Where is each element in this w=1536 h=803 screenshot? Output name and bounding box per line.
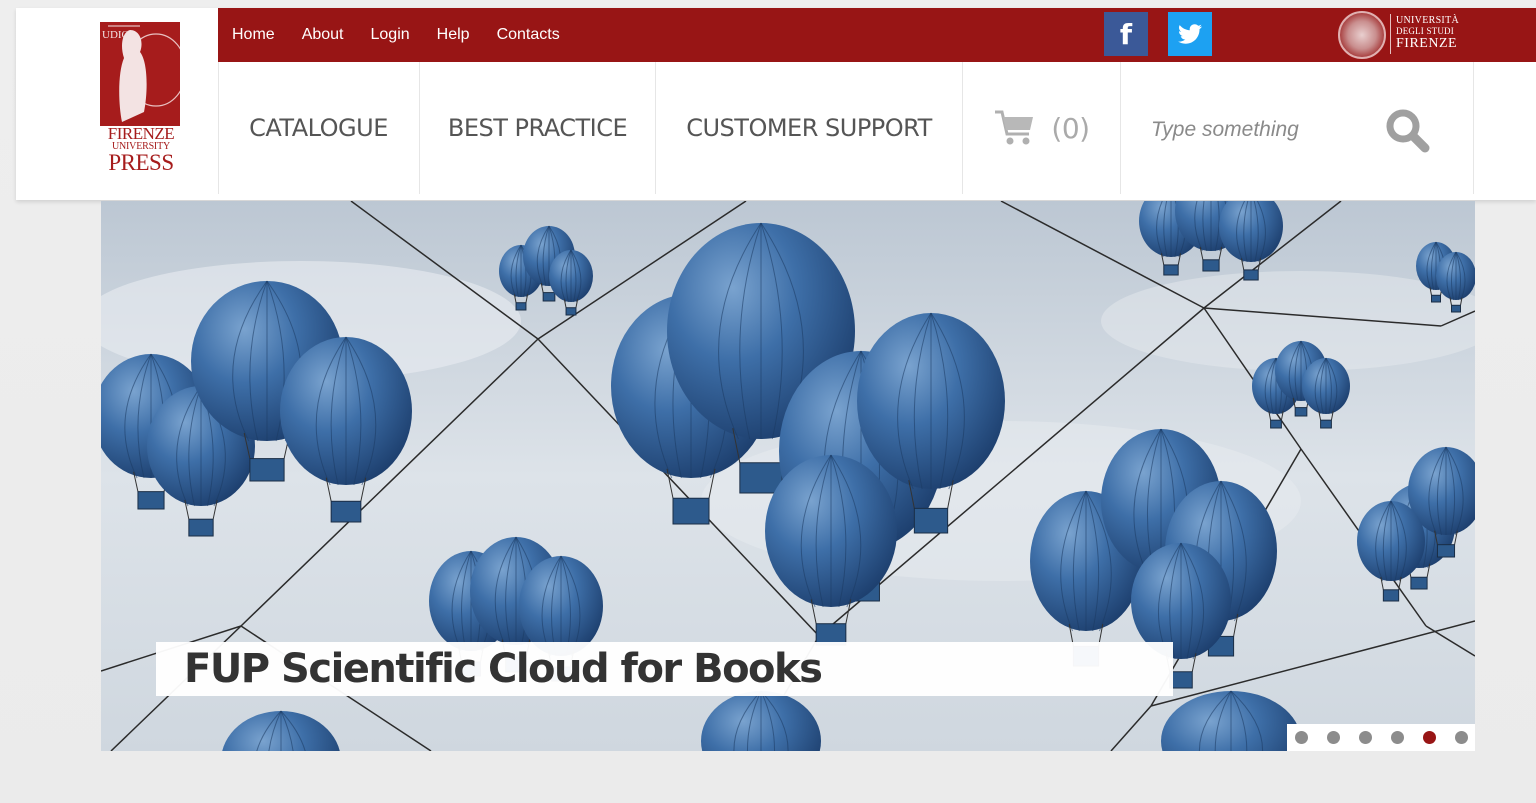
twitter-icon xyxy=(1178,24,1202,44)
cart-button[interactable]: (0) xyxy=(963,62,1121,194)
unifi-seal-icon xyxy=(1338,11,1386,59)
fup-logo[interactable]: UDIOR FIRENZE UNIVERSITY PRESS xyxy=(100,22,182,184)
svg-text:UDIOR: UDIOR xyxy=(102,29,137,41)
unifi-divider xyxy=(1390,14,1391,54)
main-nav: CATALOGUE BEST PRACTICE CUSTOMER SUPPORT… xyxy=(218,62,1536,198)
slide-caption-text: FUP Scientific Cloud for Books xyxy=(184,646,823,692)
facebook-icon: f xyxy=(1119,18,1133,51)
nav-catalogue[interactable]: CATALOGUE xyxy=(218,62,420,194)
nav-customer-support[interactable]: CUSTOMER SUPPORT xyxy=(656,62,963,194)
cart-icon xyxy=(995,110,1034,145)
logo-cell: UDIOR FIRENZE UNIVERSITY PRESS xyxy=(16,8,219,194)
facebook-button[interactable]: f xyxy=(1104,12,1148,56)
slide-dot-1[interactable] xyxy=(1295,731,1308,744)
search-input[interactable] xyxy=(1149,110,1373,150)
slide-caption[interactable]: FUP Scientific Cloud for Books xyxy=(156,642,1173,696)
twitter-button[interactable] xyxy=(1168,12,1212,56)
top-link-help[interactable]: Help xyxy=(437,26,470,44)
slide-dot-6[interactable] xyxy=(1455,731,1468,744)
slide-dot-3[interactable] xyxy=(1359,731,1372,744)
search-box xyxy=(1121,62,1474,194)
top-link-login[interactable]: Login xyxy=(371,26,410,44)
unifi-line-1: UNIVERSITÀ xyxy=(1396,15,1459,26)
top-bar: Home About Login Help Contacts f UNIVERS… xyxy=(218,8,1536,62)
slider-pagination xyxy=(1287,724,1475,751)
search-icon[interactable] xyxy=(1383,106,1431,154)
logo-wordmark: FIRENZE UNIVERSITY PRESS xyxy=(100,124,182,175)
cart-count: (0) xyxy=(1051,111,1090,145)
logo-line-1: FIRENZE xyxy=(107,124,175,143)
slide-dot-5[interactable] xyxy=(1423,731,1436,744)
top-link-contacts[interactable]: Contacts xyxy=(497,26,560,44)
unifi-logo[interactable]: UNIVERSITÀ DEGLI STUDI FIRENZE xyxy=(1338,11,1464,59)
nav-best-practice[interactable]: BEST PRACTICE xyxy=(420,62,656,194)
hero-slider[interactable]: FUP Scientific Cloud for Books xyxy=(101,201,1475,751)
slide-dot-4[interactable] xyxy=(1391,731,1404,744)
slide-dot-2[interactable] xyxy=(1327,731,1340,744)
logo-line-3: PRESS xyxy=(108,150,174,175)
unifi-line-3: FIRENZE xyxy=(1396,36,1458,51)
top-link-about[interactable]: About xyxy=(302,26,344,44)
top-links: Home About Login Help Contacts xyxy=(232,8,587,62)
logo-emblem: UDIOR xyxy=(100,22,180,126)
top-link-home[interactable]: Home xyxy=(232,26,275,44)
unifi-wordmark: UNIVERSITÀ DEGLI STUDI FIRENZE xyxy=(1396,15,1459,51)
site-header: UDIOR FIRENZE UNIVERSITY PRESS Home Abou… xyxy=(16,8,1536,200)
